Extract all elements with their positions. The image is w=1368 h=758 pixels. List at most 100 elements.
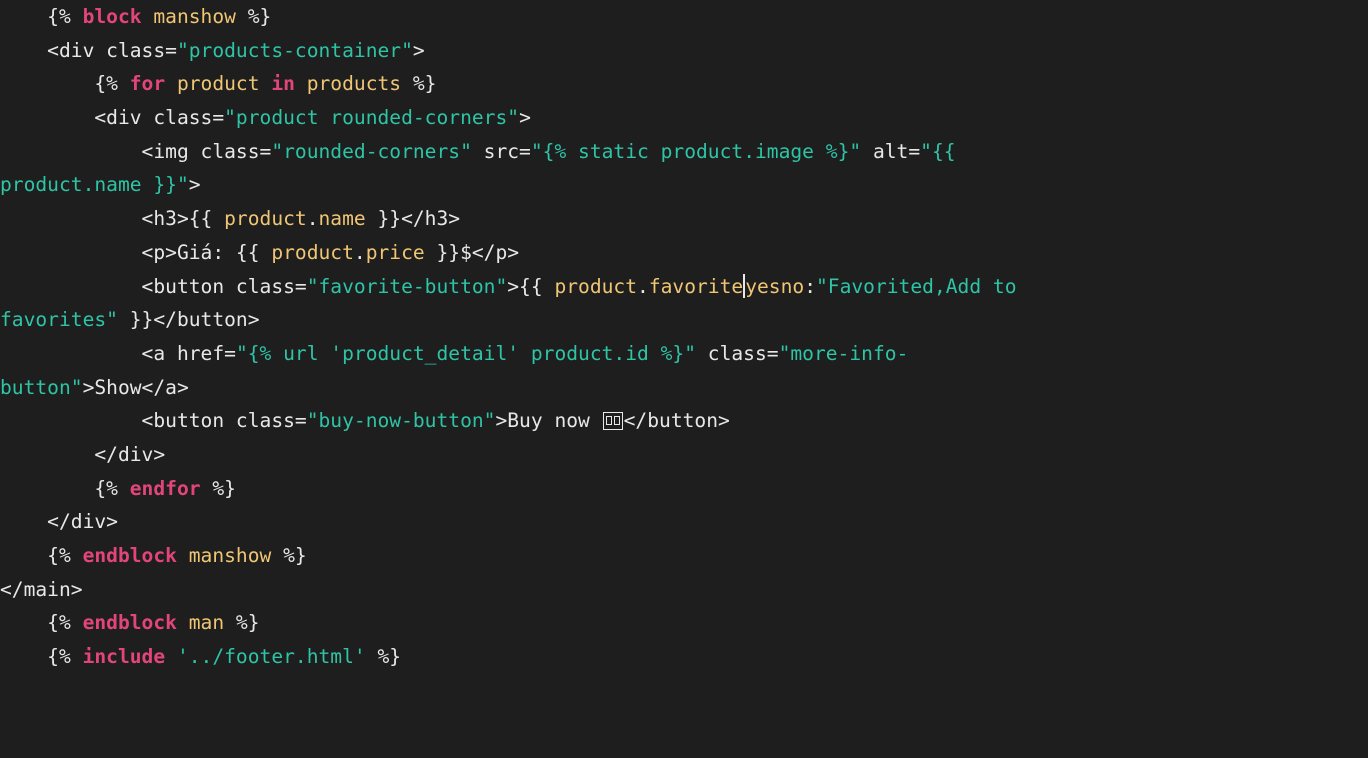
code-token-plain: {% xyxy=(0,544,83,567)
code-token-plain: }}</button> xyxy=(117,308,260,332)
code-token-plain: }}$</p> xyxy=(424,240,520,264)
code-token-plain: <p>Giá: {{ xyxy=(0,240,272,264)
code-token-var: products xyxy=(306,72,402,96)
code-token-keyword: for xyxy=(129,72,166,96)
code-token-keyword: in xyxy=(271,72,295,96)
code-line[interactable]: {% endblock man %} xyxy=(0,606,1368,640)
code-token-plain: <img class= xyxy=(0,139,272,163)
code-token-var: man xyxy=(188,611,225,635)
code-token-plain: . xyxy=(353,240,366,264)
code-token-plain: <a href= xyxy=(0,341,236,365)
code-token-string: "products-container" xyxy=(176,38,413,62)
code-token-string: product.name }}" xyxy=(0,173,189,197)
code-token-plain: > xyxy=(519,106,531,130)
code-token-string: "Favorited,Add to xyxy=(815,274,1017,298)
code-line[interactable]: {% endblock manshow %} xyxy=(0,539,1368,573)
code-token-var: yesno xyxy=(745,274,805,298)
code-line[interactable]: </div> xyxy=(0,505,1368,539)
code-token-plain: > xyxy=(188,173,201,197)
code-token-plain: {% xyxy=(0,645,83,669)
code-token-keyword: endfor xyxy=(129,476,201,500)
code-token-plain: . xyxy=(637,274,649,298)
code-token-keyword: endblock xyxy=(82,611,177,635)
code-token-string: "more-info- xyxy=(778,341,909,365)
code-token-var: product xyxy=(176,72,260,96)
code-line[interactable]: {% block manshow %} xyxy=(0,0,1368,34)
code-token-plain: %} xyxy=(271,544,307,567)
code-token-plain: <button class= xyxy=(0,409,307,433)
code-token-var: product xyxy=(554,274,638,298)
code-token-plain: </div> xyxy=(0,442,166,466)
code-token-var: favorite xyxy=(648,274,744,298)
code-token-plain: </main> xyxy=(0,577,83,601)
code-line[interactable]: <p>Giá: {{ product.price }}$</p> xyxy=(0,236,1368,270)
code-token-plain: %} xyxy=(200,476,236,500)
code-token-var: product xyxy=(224,207,307,231)
code-token-plain: %} xyxy=(401,72,437,96)
code-token-string: '../footer.html' xyxy=(176,645,366,669)
code-token-plain: : xyxy=(804,274,816,298)
code-token-plain: %} xyxy=(224,611,260,635)
code-token-var: price xyxy=(365,240,425,264)
code-token-plain: <button class= xyxy=(0,274,307,298)
code-line[interactable]: <div class="product rounded-corners"> xyxy=(0,101,1368,135)
code-token-var: product xyxy=(271,240,354,264)
code-token-string: "favorite-button" xyxy=(306,274,508,298)
code-line[interactable]: <h3>{{ product.name }}</h3> xyxy=(0,202,1368,236)
code-token-string: "{% static product.image %}" xyxy=(530,139,862,163)
code-token-plain: . xyxy=(306,207,319,231)
code-line[interactable]: product.name }}"> xyxy=(0,168,1368,202)
code-token-plain: >Buy now xyxy=(495,409,602,433)
code-token-plain: <div class= xyxy=(0,106,225,130)
code-line[interactable]: favorites" }}</button> xyxy=(0,303,1368,337)
code-token-plain: </div> xyxy=(0,510,118,534)
code-line[interactable]: <button class="buy-now-button">Buy now <… xyxy=(0,404,1368,438)
code-token-plain: <div class= xyxy=(0,38,177,62)
code-token-string: "rounded-corners" xyxy=(271,139,472,163)
code-token-keyword: endblock xyxy=(82,544,177,567)
code-token-keyword: block xyxy=(82,5,142,28)
code-line[interactable]: {% include '../footer.html' %} xyxy=(0,640,1368,674)
code-token-plain: >Show</a> xyxy=(82,375,189,399)
code-token-plain: {% xyxy=(0,5,83,28)
code-token-string: "{% url 'product_detail' product.id %}" xyxy=(235,341,696,365)
code-token-plain: {% xyxy=(0,72,130,96)
code-line[interactable]: <img class="rounded-corners" src="{% sta… xyxy=(0,135,1368,169)
code-token-var: name xyxy=(318,207,366,231)
code-token-string: "product rounded-corners" xyxy=(224,106,520,130)
code-token-plain: <h3>{{ xyxy=(0,207,225,231)
code-editor[interactable]: {% block manshow %} <div class="products… xyxy=(0,0,1368,758)
code-token-plain: > xyxy=(412,38,425,62)
book-emoji-icon xyxy=(602,412,623,431)
code-token-plain: </button> xyxy=(623,409,730,433)
code-token-keyword: include xyxy=(82,645,166,669)
code-token-var: manshow xyxy=(188,544,272,567)
code-token-plain: {% xyxy=(0,476,130,500)
code-token-plain: %} xyxy=(235,5,272,28)
code-token-plain: >{{ xyxy=(507,274,555,298)
code-line[interactable]: button">Show</a> xyxy=(0,371,1368,405)
code-line[interactable]: <button class="favorite-button">{{ produ… xyxy=(0,270,1368,304)
code-token-string: "{{ xyxy=(920,139,956,163)
code-token-plain: alt= xyxy=(861,139,921,163)
code-token-var: manshow xyxy=(153,5,236,28)
code-token-string: button" xyxy=(0,375,83,399)
code-line[interactable]: {% for product in products %} xyxy=(0,67,1368,101)
code-line[interactable]: <a href="{% url 'product_detail' product… xyxy=(0,337,1368,371)
code-line[interactable]: </div> xyxy=(0,438,1368,472)
code-line[interactable]: </main> xyxy=(0,573,1368,607)
code-line[interactable]: <div class="products-container"> xyxy=(0,34,1368,68)
code-line[interactable]: {% endfor %} xyxy=(0,472,1368,506)
code-token-plain: {% xyxy=(0,611,83,635)
code-token-plain: src= xyxy=(471,139,531,163)
code-token-string: "buy-now-button" xyxy=(306,409,496,433)
code-token-plain: %} xyxy=(365,645,402,669)
code-token-plain: }}</h3> xyxy=(365,207,461,231)
